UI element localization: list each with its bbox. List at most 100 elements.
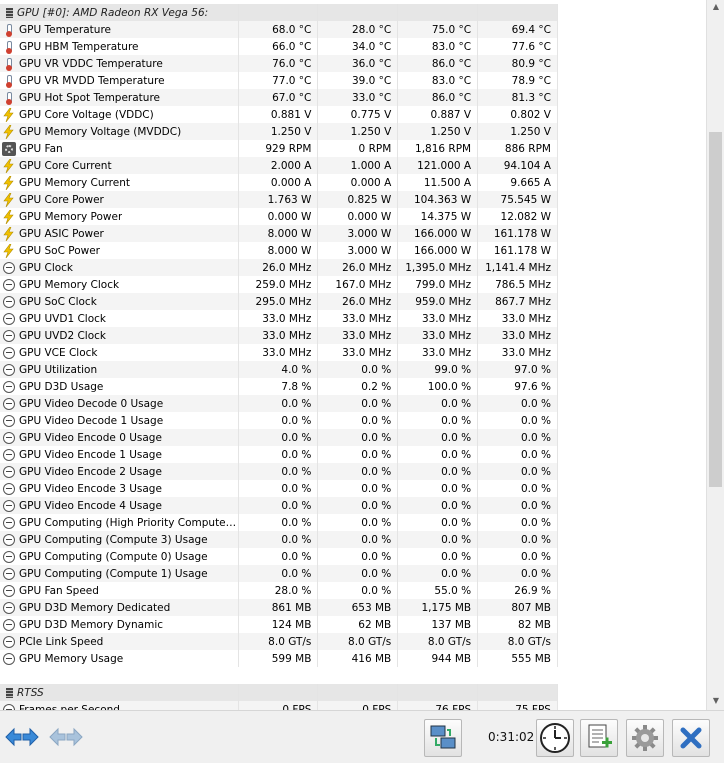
sensor-row[interactable]: GPU Utilization 4.0 % 0.0 % 99.0 % 97.0 % — [0, 361, 558, 378]
sensor-name: GPU ASIC Power — [19, 227, 104, 240]
sensor-average-value: 82 MB — [478, 616, 558, 633]
network-button[interactable] — [424, 719, 462, 757]
sensor-row[interactable]: GPU Core Current 2.000 A 1.000 A 121.000 A9… — [0, 157, 558, 174]
clock-button[interactable] — [536, 719, 574, 757]
sensor-row[interactable]: GPU Memory Clock 259.0 MHz 167.0 MHz 799.0 … — [0, 276, 558, 293]
scroll-up-arrow[interactable]: ▲ — [707, 0, 724, 14]
sensor-max-value: 0.887 V — [398, 106, 479, 123]
sensor-row[interactable]: GPU Fan 929 RPM 0 RPM 1,816 RPM 886 RPM — [0, 140, 558, 157]
sensor-row[interactable]: GPU Computing (Compute 0) Usage 0.0 % 0.0 … — [0, 548, 558, 565]
sensor-row[interactable]: GPU VCE Clock 33.0 MHz 33.0 MHz 33.0 MHz 33.… — [0, 344, 558, 361]
sensor-min-value: 0.0 % — [318, 548, 399, 565]
section-header[interactable]: RTSS — [0, 684, 558, 702]
sensor-row[interactable]: GPU Computing (Compute 1) Usage 0.0 % 0.0 … — [0, 565, 558, 582]
sensor-row[interactable]: GPU Fan Speed 28.0 % 0.0 % 55.0 % 26.9 % — [0, 582, 558, 599]
sensor-max-value: 1,175 MB — [398, 599, 479, 616]
gauge-icon — [3, 261, 15, 274]
sensor-row[interactable]: GPU Core Power 1.763 W 0.825 W 104.363 W 75.… — [0, 191, 558, 208]
report-button[interactable] — [580, 719, 618, 757]
sensor-name: GPU UVD1 Clock — [19, 312, 106, 325]
sensor-max-value: 166.000 W — [398, 225, 479, 242]
sensor-row[interactable]: GPU Video Encode 3 Usage 0.0 % 0.0 % 0.0 % 0… — [0, 480, 558, 497]
sensor-row[interactable]: GPU Memory Usage 599 MB 416 MB 944 MB 555 MB — [0, 650, 558, 667]
sensor-max-value: 11.500 A — [398, 174, 479, 191]
sensor-row[interactable]: GPU Memory Voltage (MVDDC) 1.250 V 1.250 V… — [0, 123, 558, 140]
sensor-row[interactable]: GPU Video Encode 0 Usage 0.0 % 0.0 % 0.0 % 0… — [0, 429, 558, 446]
sensor-row[interactable]: GPU Video Encode 1 Usage 0.0 % 0.0 % 0.0 % 0… — [0, 446, 558, 463]
sensor-row[interactable]: GPU Video Decode 1 Usage 0.0 % 0.0 % 0.0 % 0… — [0, 412, 558, 429]
sensor-group-icon — [4, 6, 14, 20]
sensor-row[interactable]: GPU Memory Current 0.000 A 0.000 A 11.500 A… — [0, 174, 558, 191]
sensor-average-value: 97.6 % — [478, 378, 558, 395]
sensor-max-value: 0.0 % — [398, 446, 479, 463]
settings-button[interactable] — [626, 719, 664, 757]
sensor-row[interactable]: GPU SoC Clock 295.0 MHz 26.0 MHz 959.0 MHz 8… — [0, 293, 558, 310]
sensor-min-value: 0.0 % — [318, 395, 399, 412]
thermometer-icon — [2, 57, 16, 71]
sensor-row[interactable]: GPU Clock 26.0 MHz 26.0 MHz 1,395.0 MHz 1,14… — [0, 259, 558, 276]
sensor-name: GPU Video Decode 0 Usage — [19, 397, 164, 410]
sensor-row[interactable]: GPU SoC Power 8.000 W 3.000 W 166.000 W 161.… — [0, 242, 558, 259]
sensor-min-value: 26.0 MHz — [318, 293, 399, 310]
sensor-row[interactable]: GPU Computing (High Priority Compute) U.… — [0, 514, 558, 531]
sensor-average-value: 94.104 A — [478, 157, 558, 174]
sensor-row[interactable]: GPU VR MVDD Temperature 77.0 °C 39.0 °C 83.… — [0, 72, 558, 89]
scroll-down-arrow[interactable]: ▼ — [707, 694, 724, 708]
arrows-left-right-icon[interactable] — [4, 725, 40, 749]
sensor-row[interactable]: GPU D3D Memory Dynamic 124 MB 62 MB 137 MB 8… — [0, 616, 558, 633]
sensor-row[interactable]: GPU UVD2 Clock 33.0 MHz 33.0 MHz 33.0 MHz 33… — [0, 327, 558, 344]
sensor-min-value: 8.0 GT/s — [318, 633, 399, 650]
sensor-current-value: 0.000 W — [239, 208, 319, 225]
sensor-row[interactable]: GPU D3D Usage 7.8 % 0.2 % 100.0 % 97.6 % — [0, 378, 558, 395]
gauge-icon — [3, 397, 15, 410]
sensor-row[interactable]: GPU ASIC Power 8.000 W 3.000 W 166.000 W 161… — [0, 225, 558, 242]
sensor-min-value: 0.775 V — [318, 106, 399, 123]
sensor-row[interactable]: GPU Hot Spot Temperature 67.0 °C 33.0 °C 86… — [0, 89, 558, 106]
lightning-icon — [2, 192, 16, 207]
bottom-toolbar: 0:31:02 — [0, 710, 724, 763]
sensor-row[interactable]: GPU VR VDDC Temperature 76.0 °C 36.0 °C 86.… — [0, 55, 558, 72]
sensor-row[interactable]: GPU Video Encode 4 Usage 0.0 % 0.0 % 0.0 % 0… — [0, 497, 558, 514]
close-button[interactable] — [672, 719, 710, 757]
sensor-table: GPU [#0]: AMD Radeon RX Vega 56: GPU Temp… — [0, 0, 706, 710]
sensor-row[interactable]: GPU D3D Memory Dedicated 861 MB 653 MB 1,17… — [0, 599, 558, 616]
sensor-row[interactable]: GPU Core Voltage (VDDC) 0.881 V 0.775 V 0.8… — [0, 106, 558, 123]
sensor-row[interactable]: GPU UVD1 Clock 33.0 MHz 33.0 MHz 33.0 MHz 33… — [0, 310, 558, 327]
sensor-current-value: 8.000 W — [239, 242, 319, 259]
sensor-min-value: 0 FPS — [318, 701, 399, 710]
sensor-average-value: 33.0 MHz — [478, 344, 558, 361]
sensor-row[interactable]: PCIe Link Speed 8.0 GT/s 8.0 GT/s 8.0 GT/s 8… — [0, 633, 558, 650]
sensor-average-value: 0.0 % — [478, 463, 558, 480]
sensor-average-value: 0.0 % — [478, 565, 558, 582]
gauge-icon — [3, 312, 15, 325]
sensor-average-value: 555 MB — [478, 650, 558, 667]
sensor-current-value: 4.0 % — [239, 361, 319, 378]
sensor-current-value: 0.0 % — [239, 565, 319, 582]
sensor-row[interactable]: GPU Computing (Compute 3) Usage 0.0 % 0.0 … — [0, 531, 558, 548]
vertical-scrollbar[interactable]: ▲ ▼ — [706, 0, 724, 710]
sensor-min-value: 33.0 °C — [318, 89, 399, 106]
sensor-current-value: 0.0 % — [239, 531, 319, 548]
sensor-average-value: 161.178 W — [478, 225, 558, 242]
sensor-row[interactable]: Frames per Second 0 FPS 0 FPS 76 FPS 75 FPS — [0, 701, 558, 710]
sensor-row[interactable]: GPU Video Encode 2 Usage 0.0 % 0.0 % 0.0 % 0… — [0, 463, 558, 480]
sensor-name: GPU D3D Memory Dedicated — [19, 601, 171, 614]
section-header[interactable]: GPU [#0]: AMD Radeon RX Vega 56: — [0, 4, 558, 22]
sensor-min-value: 28.0 °C — [318, 21, 399, 38]
sensor-max-value: 83.0 °C — [398, 38, 479, 55]
gauge-icon — [3, 329, 15, 342]
sensor-row[interactable]: GPU Memory Power 0.000 W 0.000 W 14.375 W 12… — [0, 208, 558, 225]
scroll-thumb[interactable] — [709, 132, 722, 487]
arrows-left-right-disabled-icon — [48, 725, 84, 749]
sensor-row[interactable]: GPU Video Decode 0 Usage 0.0 % 0.0 % 0.0 % 0… — [0, 395, 558, 412]
sensor-max-value: 55.0 % — [398, 582, 479, 599]
sensor-name: GPU Clock — [19, 261, 74, 274]
sensor-row[interactable]: GPU HBM Temperature 66.0 °C 34.0 °C 83.0 °C… — [0, 38, 558, 55]
sensor-max-value: 8.0 GT/s — [398, 633, 479, 650]
gauge-icon — [3, 278, 15, 291]
sensor-average-value: 33.0 MHz — [478, 310, 558, 327]
clock-icon — [540, 723, 570, 753]
sensor-row[interactable]: GPU Temperature 68.0 °C 28.0 °C 75.0 °C 69.4… — [0, 21, 558, 38]
sensor-name: GPU Hot Spot Temperature — [19, 91, 160, 104]
sensor-name: GPU Memory Usage — [19, 652, 124, 665]
